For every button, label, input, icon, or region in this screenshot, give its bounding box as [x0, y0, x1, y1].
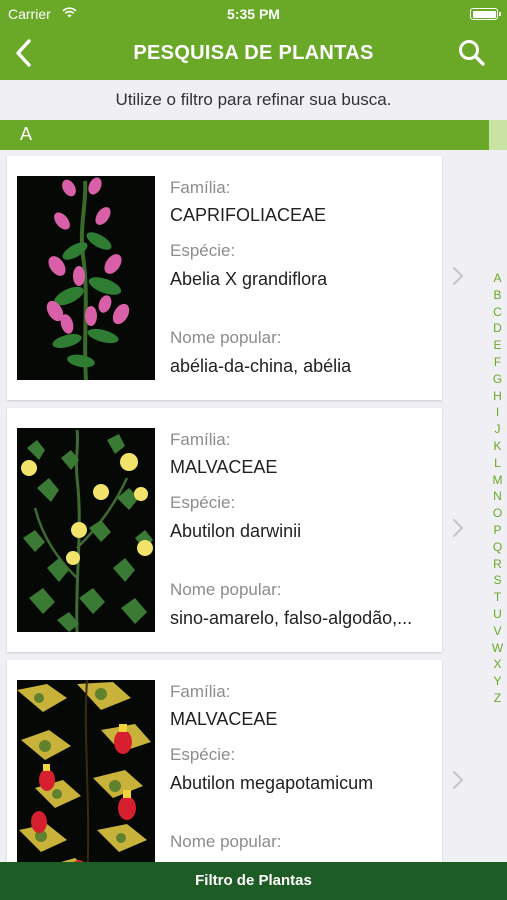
- section-letter: A: [20, 124, 33, 144]
- plant-filter-button[interactable]: Filtro de Plantas: [0, 862, 507, 900]
- index-letter-i[interactable]: I: [488, 404, 507, 421]
- chevron-right-icon: [452, 266, 464, 286]
- index-letter-m[interactable]: M: [488, 472, 507, 489]
- plant-list[interactable]: Família: CAPRIFOLIACEAE Espécie: Abelia …: [0, 150, 489, 862]
- family-label: Família:: [170, 430, 231, 449]
- index-letter-k[interactable]: K: [488, 438, 507, 455]
- index-letter-z[interactable]: Z: [488, 690, 507, 707]
- index-letter-u[interactable]: U: [488, 606, 507, 623]
- index-letter-y[interactable]: Y: [488, 673, 507, 690]
- navigation-header: Carrier 5:35 PM PESQUISA DE PLANTAS: [0, 0, 507, 80]
- search-button[interactable]: [457, 38, 487, 68]
- index-letter-v[interactable]: V: [488, 623, 507, 640]
- species-label: Espécie:: [170, 745, 236, 764]
- species-value: Abelia X grandiflora: [170, 269, 328, 289]
- status-time: 5:35 PM: [227, 6, 280, 22]
- species-value: Abutilon darwinii: [170, 521, 302, 541]
- status-bar: Carrier 5:35 PM: [0, 0, 507, 28]
- plant-photo: [17, 176, 155, 380]
- battery-icon: [470, 8, 501, 20]
- index-letter-d[interactable]: D: [488, 320, 507, 337]
- plant-card[interactable]: Família: MALVACEAE Espécie: Abutilon meg…: [7, 660, 464, 862]
- family-value: MALVACEAE: [170, 457, 278, 477]
- popular-name-value: abélia-da-china, abélia: [170, 356, 352, 376]
- chevron-right-icon: [452, 518, 464, 538]
- popular-name-label: Nome popular:: [170, 328, 282, 347]
- index-letter-t[interactable]: T: [488, 589, 507, 606]
- plant-photo: [17, 428, 155, 632]
- index-letter-r[interactable]: R: [488, 556, 507, 573]
- index-letter-p[interactable]: P: [488, 522, 507, 539]
- section-header: A: [0, 120, 507, 150]
- index-letter-o[interactable]: O: [488, 505, 507, 522]
- index-letter-c[interactable]: C: [488, 304, 507, 321]
- index-letter-j[interactable]: J: [488, 421, 507, 438]
- popular-name-label: Nome popular:: [170, 580, 282, 599]
- index-letter-e[interactable]: E: [488, 337, 507, 354]
- family-label: Família:: [170, 682, 231, 701]
- scroll-indicator: [489, 120, 507, 150]
- alphabet-index[interactable]: ABCDEFGHIJKLMNOPQRSTUVWXYZ: [488, 270, 507, 707]
- page-title: PESQUISA DE PLANTAS: [133, 42, 374, 64]
- plant-photo: [17, 680, 155, 862]
- popular-name-value: sino-amarelo, falso-algodão,...: [170, 608, 413, 628]
- index-letter-x[interactable]: X: [488, 656, 507, 673]
- species-label: Espécie:: [170, 241, 236, 260]
- plant-card[interactable]: Família: CAPRIFOLIACEAE Espécie: Abelia …: [7, 156, 464, 400]
- index-letter-w[interactable]: W: [488, 640, 507, 657]
- family-label: Família:: [170, 178, 231, 197]
- search-icon: [459, 40, 485, 66]
- chevron-right-icon: [452, 770, 464, 790]
- index-letter-n[interactable]: N: [488, 488, 507, 505]
- popular-name-label: Nome popular:: [170, 832, 282, 851]
- index-letter-s[interactable]: S: [488, 572, 507, 589]
- index-letter-g[interactable]: G: [488, 371, 507, 388]
- species-label: Espécie:: [170, 493, 236, 512]
- filter-hint: Utilize o filtro para refinar sua busca.: [0, 80, 507, 120]
- index-letter-b[interactable]: B: [488, 287, 507, 304]
- index-letter-q[interactable]: Q: [488, 539, 507, 556]
- species-value: Abutilon megapotamicum: [170, 773, 374, 793]
- family-value: MALVACEAE: [170, 709, 278, 729]
- index-letter-h[interactable]: H: [488, 388, 507, 405]
- index-letter-l[interactable]: L: [488, 455, 507, 472]
- index-letter-a[interactable]: A: [488, 270, 507, 287]
- index-letter-f[interactable]: F: [488, 354, 507, 371]
- family-value: CAPRIFOLIACEAE: [170, 205, 327, 225]
- plant-card[interactable]: Família: MALVACEAE Espécie: Abutilon dar…: [7, 408, 464, 652]
